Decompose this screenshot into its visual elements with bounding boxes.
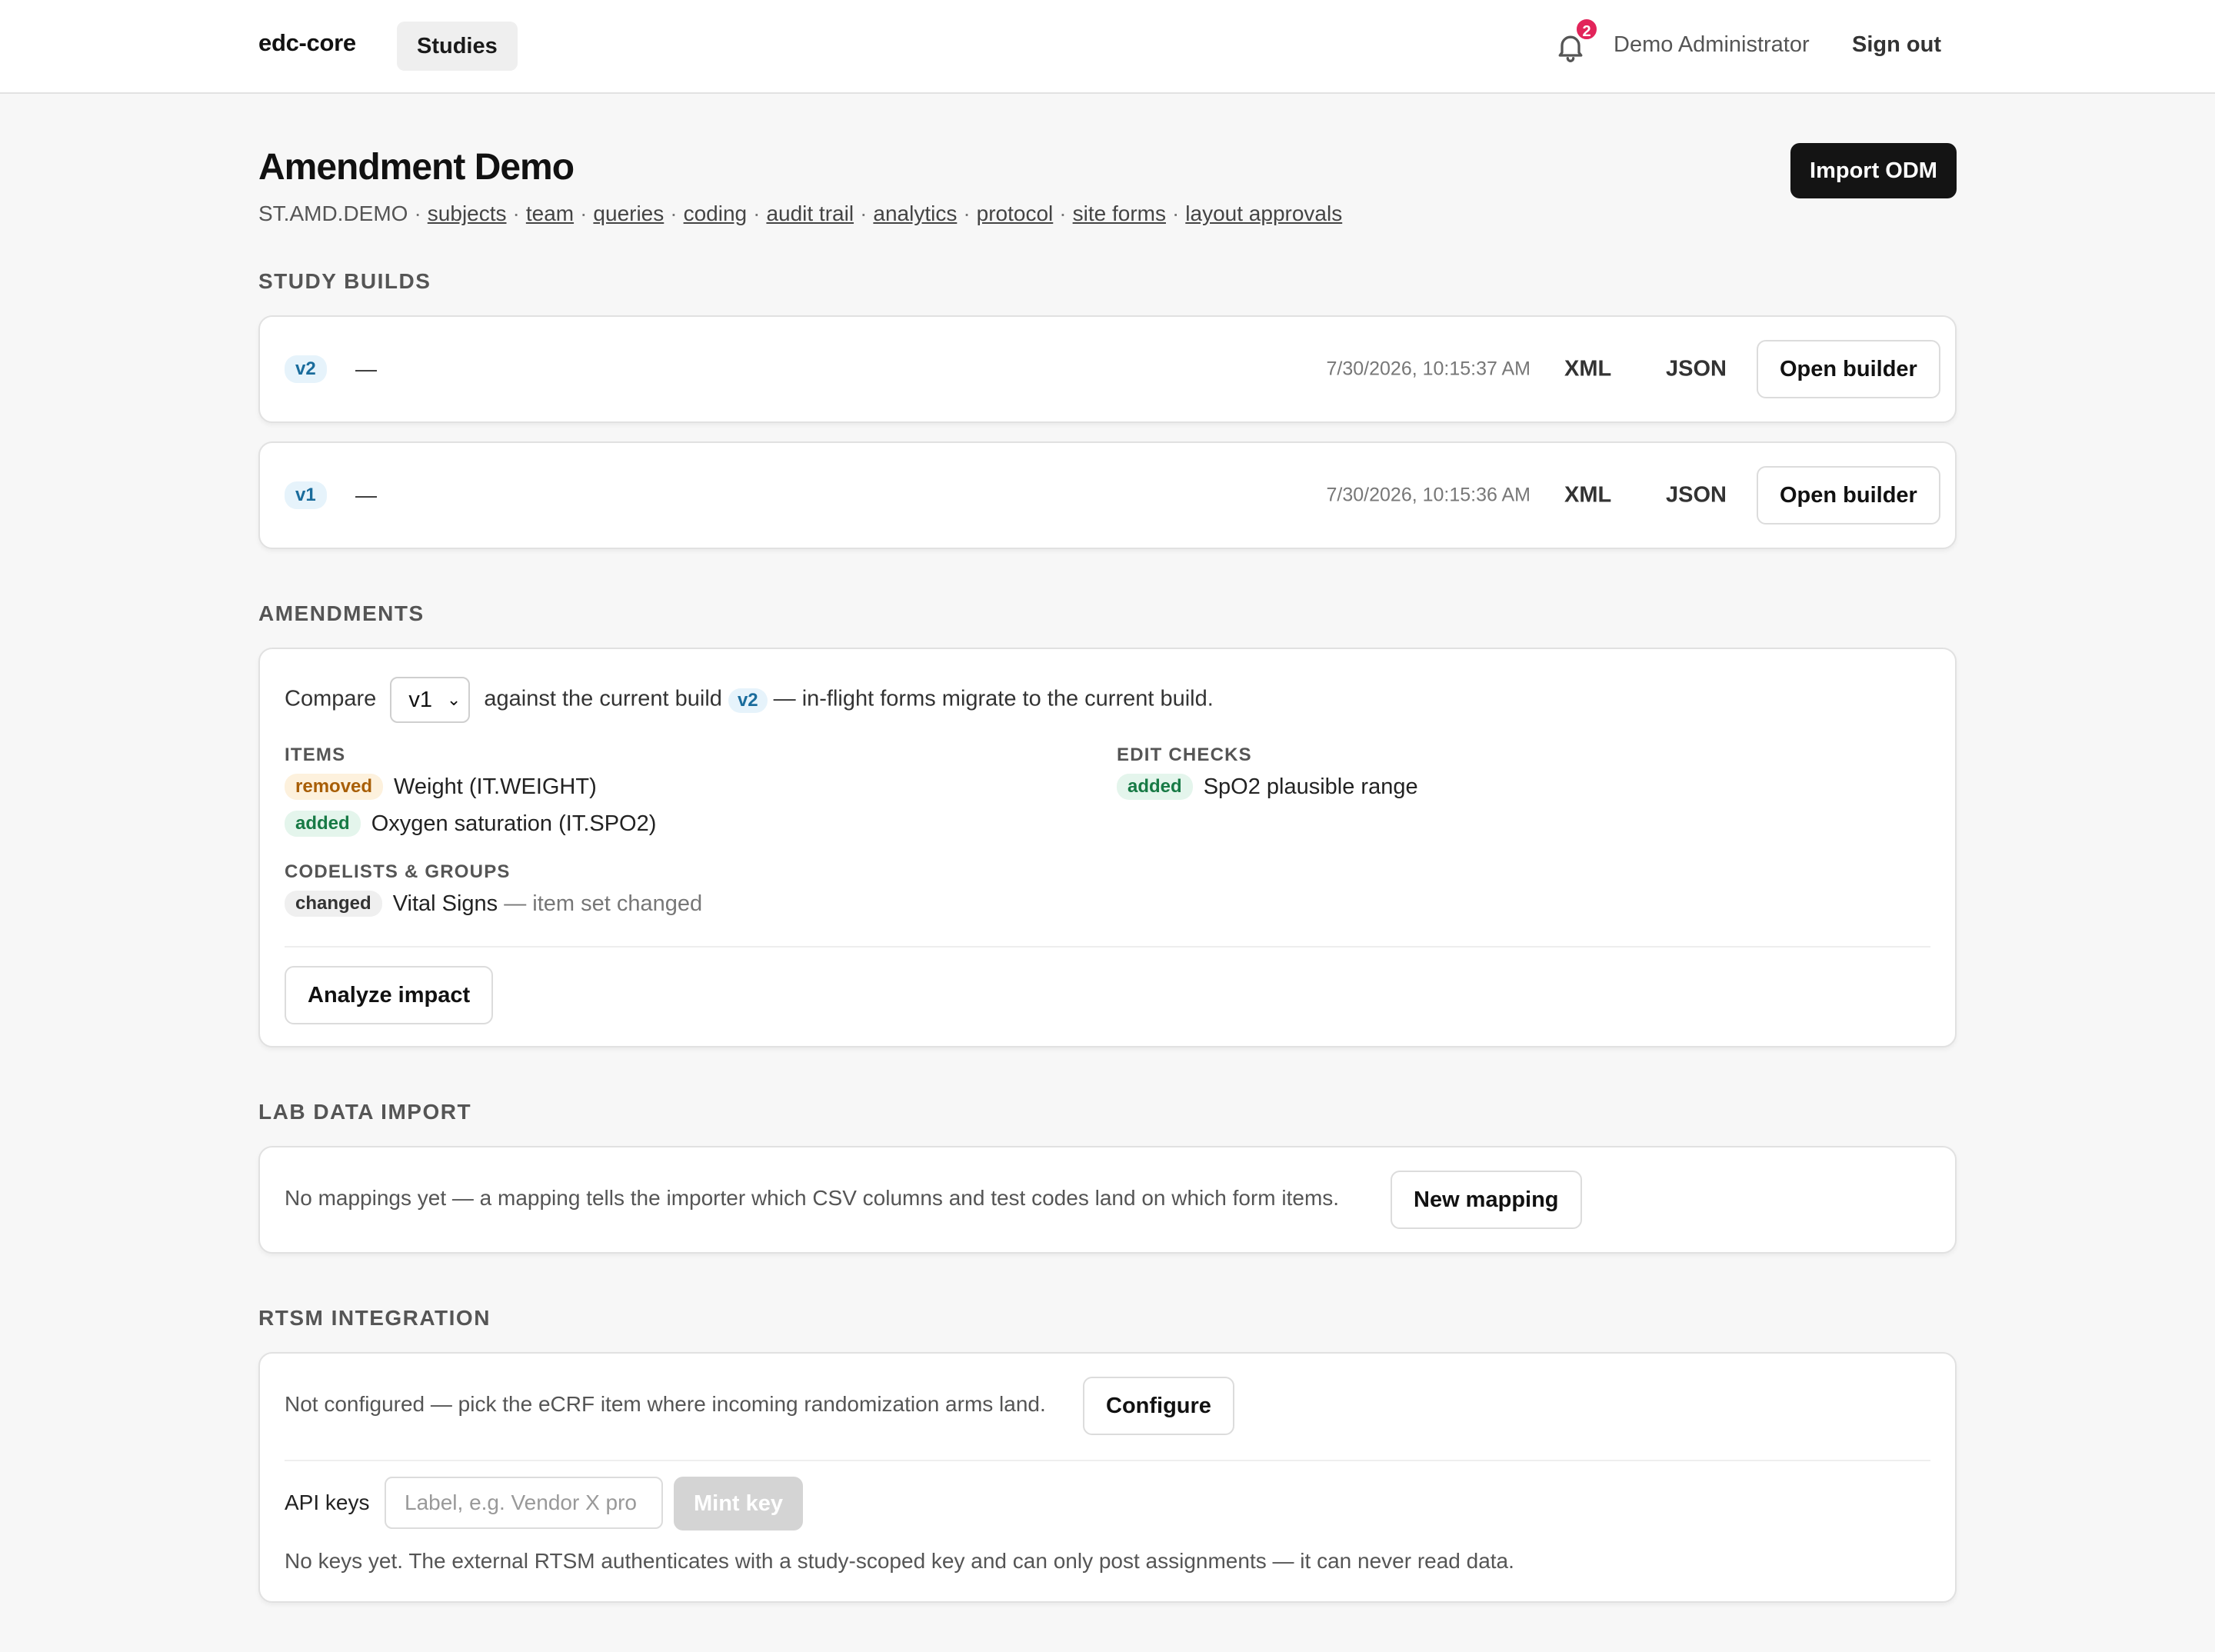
study-code: ST.AMD.DEMO: [258, 202, 408, 225]
edit-checks-heading: EDIT CHECKS: [1117, 744, 1252, 765]
lab-import-card: No mappings yet — a mapping tells the im…: [258, 1146, 1957, 1254]
diff-row: added SpO2 plausible range: [1117, 774, 1418, 800]
no-mappings-text: No mappings yet — a mapping tells the im…: [285, 1186, 1340, 1210]
download-xml-link[interactable]: XML: [1564, 483, 1611, 508]
sign-out-link[interactable]: Sign out: [1852, 32, 1941, 58]
diff-row: removed Weight (IT.WEIGHT): [285, 774, 597, 800]
link-site-forms[interactable]: site forms: [1073, 202, 1166, 225]
rtsm-status-text: Not configured — pick the eCRF item wher…: [285, 1392, 1046, 1416]
configure-button[interactable]: Configure: [1083, 1377, 1234, 1435]
amendments-card: Compare v1 ⌄ against the current build v2—…: [258, 648, 1957, 1047]
nav-studies[interactable]: Studies: [397, 22, 518, 71]
diff-item-note: — item set changed: [504, 891, 703, 916]
download-json-link[interactable]: JSON: [1666, 483, 1727, 508]
link-coding[interactable]: coding: [684, 202, 748, 225]
diff-row: added Oxygen saturation (IT.SPO2): [285, 811, 656, 837]
compare-version-value: v1: [408, 688, 432, 712]
top-bar: edc-core Studies 2 Demo Administrator Si…: [0, 0, 2215, 94]
import-odm-button[interactable]: Import ODM: [1790, 143, 1957, 198]
diff-item-text: Oxygen saturation (IT.SPO2): [371, 811, 657, 836]
key-label-input[interactable]: Label, e.g. Vendor X pro: [385, 1477, 663, 1529]
download-json-link[interactable]: JSON: [1666, 357, 1727, 382]
added-tag: added: [285, 811, 361, 837]
items-heading: ITEMS: [285, 744, 346, 765]
compare-version-select[interactable]: v1 ⌄: [390, 677, 471, 723]
build-description: —: [355, 357, 377, 381]
link-layout-approvals[interactable]: layout approvals: [1185, 202, 1342, 225]
build-timestamp: 7/30/2026, 10:15:36 AM: [1326, 484, 1531, 506]
link-team[interactable]: team: [526, 202, 574, 225]
link-queries[interactable]: queries: [593, 202, 664, 225]
migrate-text: — in-flight forms migrate to the current…: [773, 686, 1214, 711]
version-badge: v1: [285, 481, 327, 509]
build-row: v2 — 7/30/2026, 10:15:37 AM XML JSON Ope…: [258, 315, 1957, 423]
changed-tag: changed: [285, 891, 382, 917]
current-build-badge: v2: [728, 688, 768, 713]
removed-tag: removed: [285, 774, 384, 800]
diff-row: changed Vital Signs — item set changed: [285, 891, 702, 917]
no-keys-text: No keys yet. The external RTSM authentic…: [285, 1549, 1514, 1573]
mint-key-button[interactable]: Mint key: [674, 1477, 803, 1530]
build-timestamp: 7/30/2026, 10:15:37 AM: [1326, 358, 1531, 380]
build-row: v1 — 7/30/2026, 10:15:36 AM XML JSON Ope…: [258, 441, 1957, 549]
download-xml-link[interactable]: XML: [1564, 357, 1611, 382]
added-tag: added: [1117, 774, 1193, 800]
diff-item-text: Vital Signs: [392, 891, 498, 916]
divider: [285, 1460, 1930, 1461]
section-title-study-builds: STUDY BUILDS: [258, 269, 431, 293]
link-analytics[interactable]: analytics: [873, 202, 957, 225]
compare-label: Compare: [285, 686, 377, 711]
section-title-amendments: AMENDMENTS: [258, 601, 425, 625]
page-title: Amendment Demo: [258, 147, 575, 188]
against-text: against the current build: [484, 686, 722, 711]
user-name: Demo Administrator: [1614, 32, 1810, 57]
codelists-heading: CODELISTS & GROUPS: [285, 861, 511, 882]
section-title-lab-data-import: LAB DATA IMPORT: [258, 1100, 472, 1124]
link-protocol[interactable]: protocol: [977, 202, 1054, 225]
diff-item-text: Weight (IT.WEIGHT): [394, 774, 597, 799]
new-mapping-button[interactable]: New mapping: [1391, 1171, 1582, 1229]
divider: [285, 946, 1930, 948]
link-audit-trail[interactable]: audit trail: [766, 202, 854, 225]
build-description: —: [355, 483, 377, 507]
notification-badge: 2: [1574, 17, 1599, 42]
section-title-rtsm: RTSM INTEGRATION: [258, 1306, 491, 1330]
chevron-down-icon: ⌄: [446, 690, 461, 709]
rtsm-card: Not configured — pick the eCRF item wher…: [258, 1352, 1957, 1603]
brand-logo[interactable]: edc-core: [258, 29, 356, 57]
link-subjects[interactable]: subjects: [428, 202, 507, 225]
study-subnav: ST.AMD.DEMO · subjects · team · queries · coding…: [258, 202, 1343, 225]
version-badge: v2: [285, 355, 327, 383]
open-builder-button[interactable]: Open builder: [1757, 466, 1940, 525]
compare-line: Compare v1 ⌄ against the current build v2—…: [285, 677, 1214, 723]
open-builder-button[interactable]: Open builder: [1757, 340, 1940, 398]
api-keys-label: API keys: [285, 1490, 370, 1514]
analyze-impact-button[interactable]: Analyze impact: [285, 966, 494, 1024]
diff-item-text: SpO2 plausible range: [1203, 774, 1418, 799]
